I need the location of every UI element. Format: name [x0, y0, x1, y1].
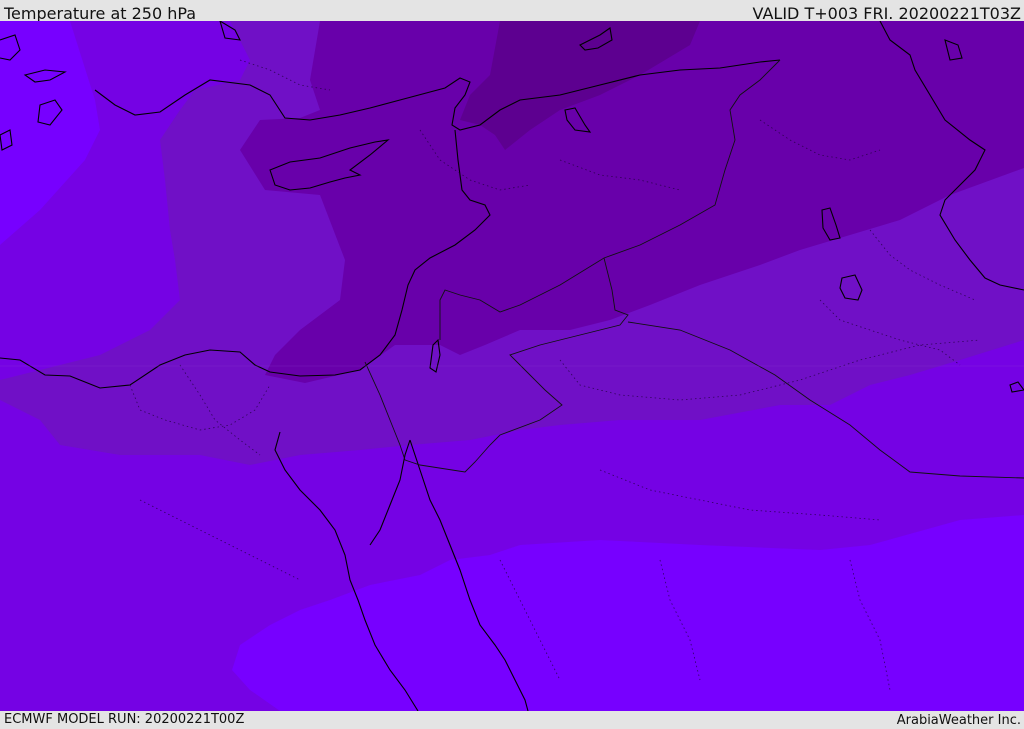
- model-run: ECMWF MODEL RUN: 20200221T00Z: [4, 712, 245, 727]
- credit-text: ArabiaWeather Inc.: [896, 713, 1021, 728]
- footer-bar: ECMWF MODEL RUN: 20200221T00Z ArabiaWeat…: [0, 711, 1024, 729]
- temperature-map[interactable]: [0, 21, 1024, 711]
- map-area[interactable]: [0, 21, 1024, 711]
- header-bar: Temperature at 250 hPa VALID T+003 FRI. …: [0, 0, 1024, 23]
